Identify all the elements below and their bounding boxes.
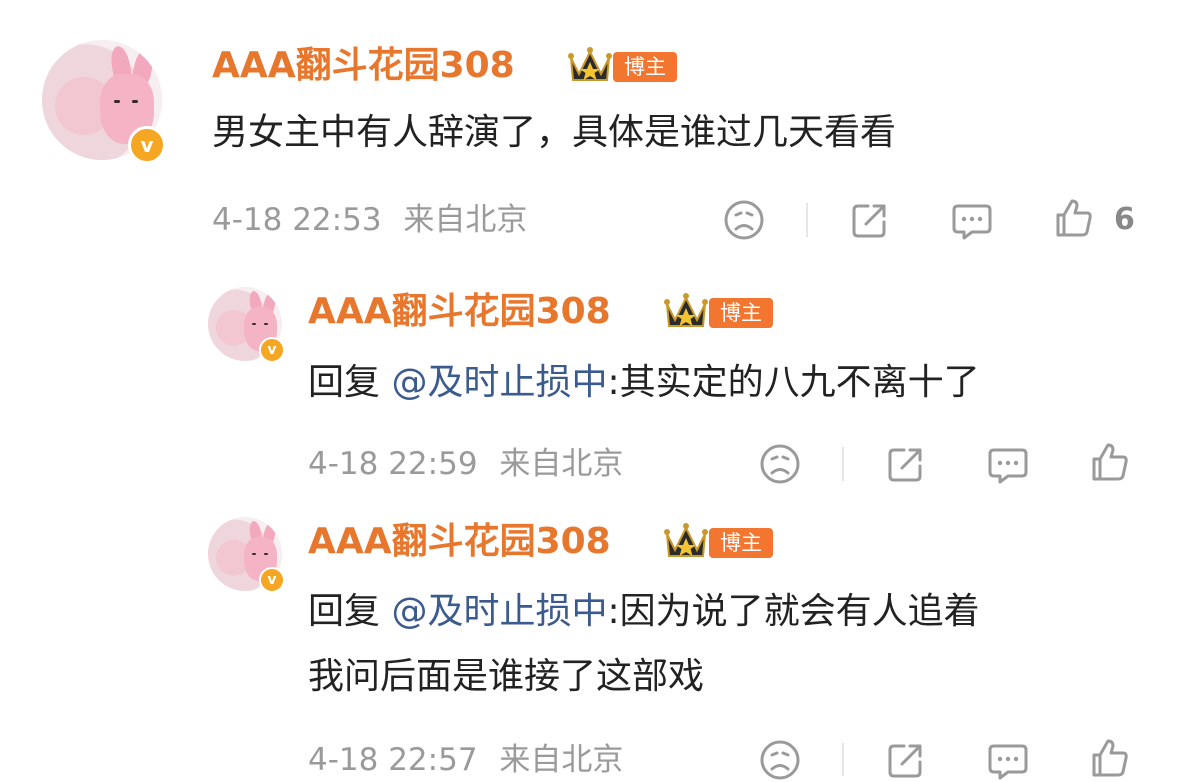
like-icon[interactable]	[1052, 197, 1096, 241]
reply-prefix: 回复	[308, 591, 392, 632]
verified-icon: v	[128, 126, 166, 164]
share-icon[interactable]	[848, 198, 892, 242]
crown-icon	[568, 47, 612, 81]
location: 来自北京	[403, 202, 528, 238]
reply-text: 回复 @及时止损中:因为说了就会有人追着	[308, 587, 980, 637]
username[interactable]: AAA翻斗花园308	[308, 520, 611, 564]
timestamp: 4-18 22:53	[212, 202, 382, 238]
crown-icon	[664, 293, 708, 327]
like-icon[interactable]	[1088, 737, 1132, 781]
divider	[806, 203, 808, 237]
reply-prefix: 回复	[308, 362, 392, 403]
reply-body: :其实定的八九不离十了	[607, 362, 980, 403]
reply-text-line2: 我问后面是谁接了这部戏	[308, 656, 705, 697]
location: 来自北京	[499, 446, 624, 482]
comment-icon[interactable]	[950, 200, 994, 242]
username[interactable]: AAA翻斗花园308	[308, 290, 611, 334]
sad-face-icon[interactable]	[758, 442, 802, 486]
badge-bozhu: 博主	[613, 52, 677, 82]
verified-icon: v	[259, 337, 285, 363]
divider	[842, 447, 844, 481]
badge-bozhu: 博主	[709, 528, 773, 558]
reply-text: 回复 @及时止损中:其实定的八九不离十了	[308, 358, 980, 408]
mention-link[interactable]: @及时止损中	[391, 591, 607, 632]
mention-link[interactable]: @及时止损中	[391, 362, 607, 403]
like-count: 6	[1114, 202, 1135, 237]
crown-icon	[664, 523, 708, 557]
divider	[842, 743, 844, 776]
like-icon[interactable]	[1088, 441, 1132, 485]
share-icon[interactable]	[884, 442, 928, 486]
share-icon[interactable]	[884, 738, 928, 782]
meta-row: 4-18 22:59 来自北京	[308, 442, 623, 486]
badge-bozhu: 博主	[709, 298, 773, 328]
meta-row: 4-18 22:57 来自北京	[308, 738, 623, 782]
location: 来自北京	[499, 742, 624, 778]
timestamp: 4-18 22:57	[308, 742, 478, 778]
sad-face-icon[interactable]	[758, 738, 802, 782]
comment-icon[interactable]	[986, 444, 1030, 486]
reply-body: :因为说了就会有人追着	[607, 591, 980, 632]
comment-text: 男女主中有人辞演了，具体是谁过几天看看	[212, 112, 897, 153]
username[interactable]: AAA翻斗花园308	[212, 44, 515, 88]
verified-icon: v	[259, 567, 285, 593]
sad-face-icon[interactable]	[722, 198, 766, 242]
timestamp: 4-18 22:59	[308, 446, 478, 482]
meta-row: 4-18 22:53 来自北京	[212, 198, 527, 242]
